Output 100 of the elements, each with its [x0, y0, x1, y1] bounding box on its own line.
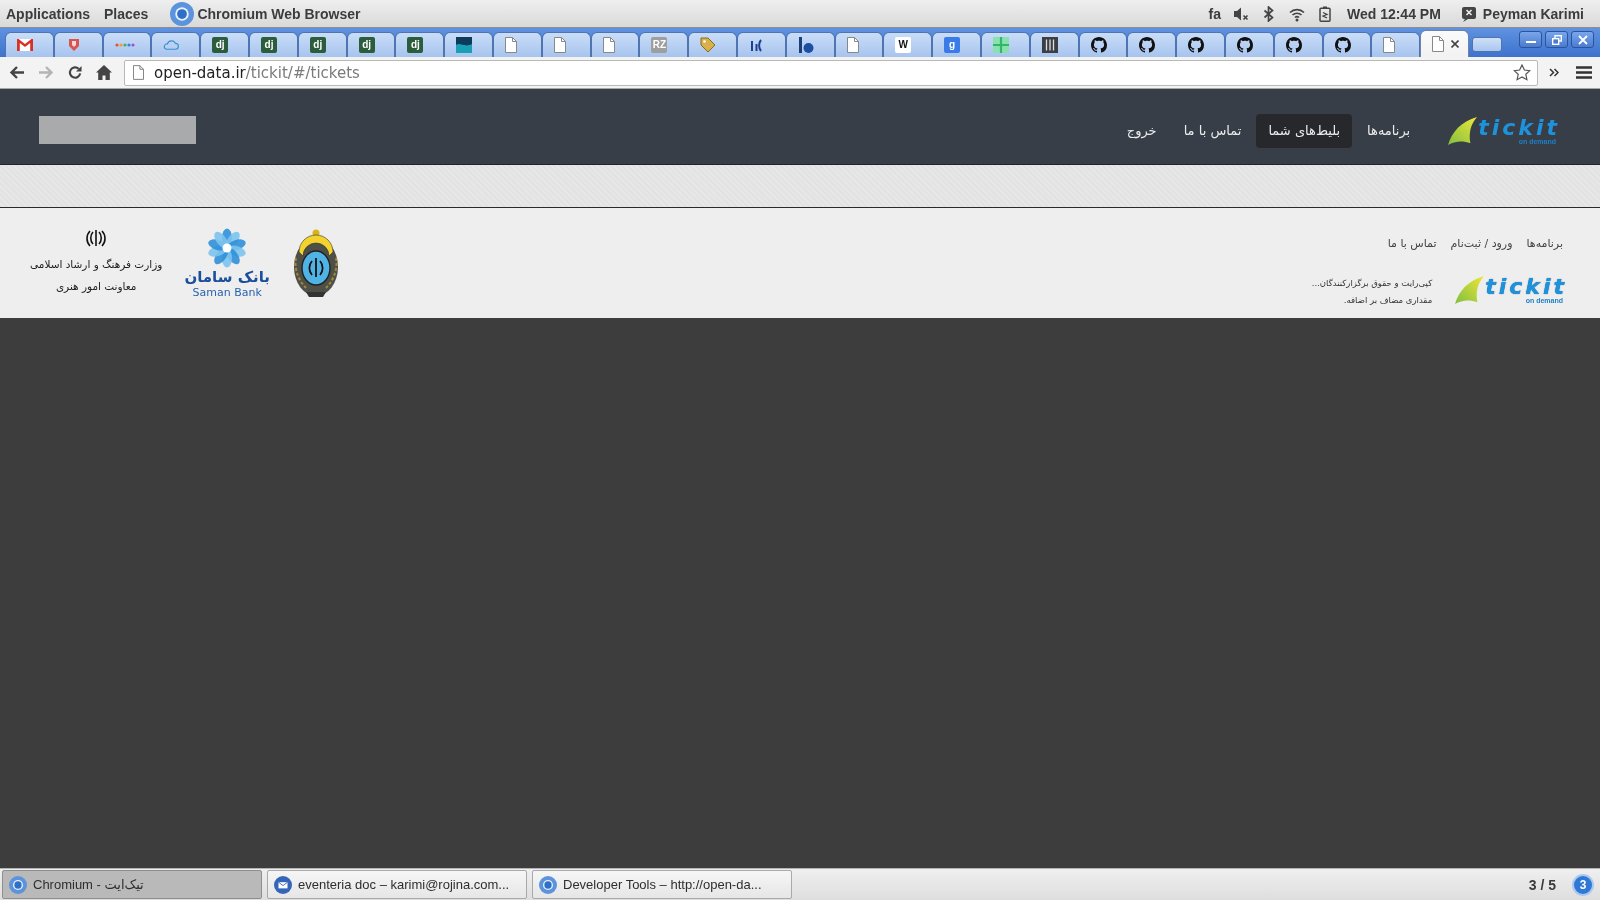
cat-logo-icon — [1139, 37, 1156, 53]
keyboard-layout-indicator[interactable]: fa — [1208, 5, 1221, 22]
browser-logo-icon — [539, 875, 557, 894]
cloud-icon — [163, 37, 180, 53]
sail-icon — [1454, 276, 1485, 304]
favicon-letters: RZ — [651, 37, 668, 53]
browser-tab[interactable] — [444, 32, 493, 57]
browser-tab[interactable] — [1273, 32, 1323, 57]
favicon-letters: dj — [261, 37, 277, 53]
browser-tab[interactable]: dj — [200, 32, 249, 57]
bank-name: بانک سامان — [184, 267, 270, 286]
browser-tab[interactable] — [1224, 32, 1274, 57]
browser-tab[interactable]: dj — [395, 32, 445, 57]
taskbar-window-button[interactable]: Chromium - تیک‌ایت — [2, 870, 262, 899]
close-icon — [1577, 34, 1588, 45]
browser-tab[interactable] — [1029, 32, 1079, 57]
nav-link[interactable]: تماس با ما — [1171, 114, 1254, 148]
new-tab-button[interactable] — [1471, 37, 1502, 52]
browser-tab[interactable]: W — [883, 32, 933, 57]
footer-link[interactable]: برنامه‌ها — [1526, 236, 1563, 252]
browser-tab[interactable] — [785, 32, 835, 57]
close-icon[interactable] — [1451, 40, 1460, 48]
cat-logo-icon — [1285, 37, 1302, 53]
bookmark-star-icon[interactable] — [1513, 64, 1531, 81]
logo-wordmark: tickit — [1478, 117, 1560, 138]
cat-logo-icon — [1334, 37, 1351, 53]
clock[interactable]: Wed 12:44 PM — [1346, 5, 1441, 22]
browser-tab[interactable]: dj — [346, 32, 396, 57]
nav-link[interactable]: بلیط‌های شما — [1256, 114, 1353, 148]
browser-tab[interactable] — [1078, 32, 1128, 57]
panel-menu[interactable]: Applications — [6, 5, 90, 22]
cat-logo-icon — [1188, 37, 1205, 53]
favicon-letters: dj — [358, 37, 375, 53]
ministry-title: وزارت فرهنگ و ارشاد اسلامی — [30, 257, 163, 273]
page-icon — [602, 37, 615, 53]
page-icon — [133, 65, 144, 80]
active-app-title: Chromium Web Browser — [197, 5, 361, 22]
nav-link[interactable]: خروج — [1114, 114, 1169, 148]
speaker-muted-icon[interactable] — [1232, 5, 1249, 22]
browser-tab[interactable] — [1322, 32, 1372, 57]
browser-tab[interactable]: dj — [297, 32, 347, 57]
sail-icon — [1447, 117, 1478, 145]
restore-button[interactable] — [1545, 31, 1568, 48]
favicon-letters: dj — [212, 37, 229, 53]
logo-wordmark: tickit — [1485, 276, 1567, 297]
bar-dot-icon — [797, 37, 814, 53]
grid-icon — [992, 37, 1009, 53]
crest-icon — [291, 228, 340, 298]
columns-icon — [1041, 37, 1058, 53]
browser-logo-icon — [9, 875, 27, 894]
page-icon — [504, 37, 517, 53]
reload-icon — [67, 65, 83, 80]
browser-tab[interactable] — [1127, 32, 1177, 57]
user-status-icon[interactable] — [1460, 5, 1477, 22]
page-icon — [1383, 37, 1396, 53]
browser-logo-icon — [170, 1, 195, 26]
dots-icon — [114, 43, 135, 47]
shield-icon — [68, 39, 79, 51]
arrow-left-icon — [9, 65, 25, 80]
favicon-letters: dj — [309, 37, 326, 53]
ministry-subtitle: معاونت امور هنری — [55, 279, 137, 295]
battery-icon[interactable] — [1316, 5, 1333, 22]
restore-icon — [1551, 34, 1562, 45]
close-window-button[interactable] — [1571, 31, 1594, 48]
browser-tab[interactable] — [736, 32, 786, 57]
page-icon — [1432, 36, 1445, 52]
cat-logo-icon — [1090, 37, 1107, 53]
workspace-indicator[interactable]: 3 / 5 — [1528, 876, 1556, 893]
cat-logo-icon — [1236, 37, 1253, 53]
chevrons-icon[interactable] — [1549, 68, 1559, 77]
panel-menu[interactable]: Places — [104, 5, 149, 22]
copyright-text: کپی‌رایت و حقوق برگزارکنندگان... — [1311, 277, 1433, 290]
flower-icon — [207, 227, 248, 268]
browser-tab[interactable]: dj — [249, 32, 298, 57]
nav-link[interactable]: برنامه‌ها — [1355, 114, 1423, 148]
mail-app-icon — [274, 875, 292, 894]
menu-icon[interactable] — [1576, 66, 1592, 79]
footer-link[interactable]: تماس با ما — [1387, 236, 1437, 252]
page-icon — [553, 37, 566, 53]
browser-tab[interactable] — [1176, 32, 1225, 57]
minimize-icon — [1525, 41, 1536, 43]
minimize-button[interactable] — [1519, 31, 1542, 48]
notification-badge[interactable]: 3 — [1572, 873, 1594, 896]
address-bar[interactable]: open-data.ir/tickit/#/tickets — [124, 59, 1538, 86]
taskbar-window-button[interactable]: eventeria doc – karimi@rojina.com... — [267, 870, 527, 899]
user-name[interactable]: Peyman Karimi — [1482, 5, 1584, 22]
home-icon — [96, 65, 112, 80]
envelope-icon — [17, 37, 33, 53]
emblem-icon — [86, 229, 107, 247]
favicon-letters: dj — [407, 37, 424, 53]
favicon-letters: g — [944, 37, 961, 53]
footer-link[interactable]: ورود / ثبت‌نام — [1450, 236, 1513, 252]
strokes-icon — [748, 37, 765, 53]
bank-name-latin: Saman Bank — [192, 285, 262, 299]
url-text: open-data.ir/tickit/#/tickets — [154, 63, 360, 82]
browser-tab[interactable]: g — [932, 32, 981, 57]
copyright-text: مقداری مضاف بر اضافه. — [1343, 294, 1433, 307]
taskbar-window-button[interactable]: Developer Tools – http://open-da... — [532, 870, 792, 899]
tag-icon — [700, 37, 717, 53]
favicon-letters: W — [895, 37, 912, 53]
